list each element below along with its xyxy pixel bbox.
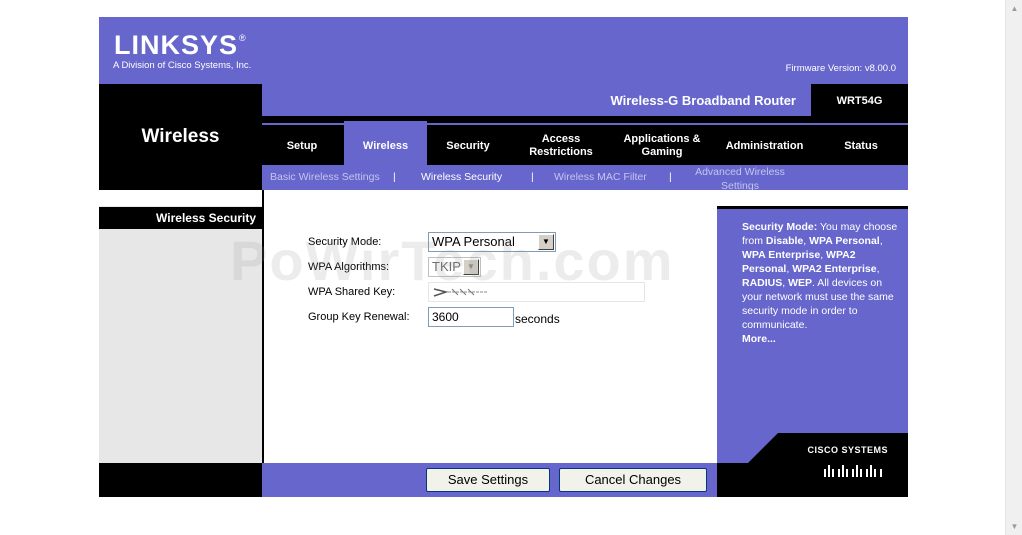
help-option-wpa-personal: WPA Personal [809,235,880,247]
help-option-disable: Disable [765,235,804,247]
section-bar: Wireless Wireless-G Broadband Router WRT… [99,84,908,193]
sub-navigation: Basic Wireless Settings | Wireless Secur… [262,165,908,193]
security-mode-label: Security Mode: [308,236,382,248]
tab-access-restrictions[interactable]: Access Restrictions [517,121,605,165]
shared-key-input[interactable] [428,282,645,302]
cisco-logo: Cisco Systems [807,445,888,455]
wpa-algorithms-select[interactable]: TKIP ▼ [428,257,481,277]
chevron-down-icon: ▼ [538,234,554,250]
help-heading: Security Mode: [742,221,818,233]
security-mode-value: WPA Personal [432,234,515,249]
cisco-bars-box [717,463,908,497]
scroll-down-icon[interactable]: ▼ [1006,518,1022,535]
cancel-changes-button[interactable]: Cancel Changes [559,468,707,492]
help-panel: Security Mode: You may choose from Disab… [717,190,908,463]
help-text: Security Mode: You may choose from Disab… [742,220,902,346]
tab-security[interactable]: Security [427,121,509,165]
model-number: WRT54G [836,95,883,107]
router-admin-page: LINKSYS® A Division of Cisco Systems, In… [99,17,908,497]
save-settings-button[interactable]: Save Settings [426,468,550,492]
bottom-bar: Save Settings Cancel Changes [99,463,908,497]
group-key-renewal-value: 3600 [432,310,459,324]
linksys-logo: LINKSYS® [114,30,246,61]
logo-text: LINKSYS [114,30,239,60]
firmware-version: Firmware Version: v8.00.0 [785,63,896,74]
vertical-scrollbar[interactable]: ▲ ▼ [1005,0,1022,535]
group-key-unit: seconds [515,312,560,326]
logo-tagline: A Division of Cisco Systems, Inc. [113,60,252,71]
subnav-advanced-wireless[interactable]: Advanced Wireless Settings [685,165,795,193]
main-tabs: Setup Wireless Security Access Restricti… [262,121,908,165]
security-mode-row: Security Mode: WPA Personal ▼ [308,232,556,252]
wpa-algorithms-row: WPA Algorithms: TKIP ▼ [308,257,481,277]
button-area: Save Settings Cancel Changes [262,463,717,497]
group-key-label: Group Key Renewal: [308,311,410,323]
subnav-basic-wireless[interactable]: Basic Wireless Settings [270,171,380,183]
page-subtitle: Wireless Security [99,207,262,229]
tab-applications-gaming[interactable]: Applications & Gaming [612,121,712,165]
help-option-wpa-enterprise: WPA Enterprise [742,249,821,261]
cisco-logo-area: Cisco Systems [748,433,908,463]
top-banner: LINKSYS® A Division of Cisco Systems, In… [99,17,908,84]
group-key-renewal-input[interactable]: 3600 [428,307,514,327]
shared-key-label: WPA Shared Key: [308,286,396,298]
tab-administration[interactable]: Administration [717,121,812,165]
chevron-down-icon: ▼ [463,259,479,275]
left-column: Wireless Security [99,190,262,463]
key-scribble-icon [433,288,488,297]
help-option-wpa2-enterprise: WPA2 Enterprise [792,263,877,275]
product-name: Wireless-G Broadband Router [610,93,796,108]
tab-wireless[interactable]: Wireless [344,121,427,165]
cisco-bars-icon [824,465,882,477]
subnav-separator: | [393,171,396,183]
subnav-separator: | [669,171,672,183]
security-mode-select[interactable]: WPA Personal ▼ [428,232,556,252]
wpa-algorithms-value: TKIP [432,259,461,274]
subnav-separator: | [531,171,534,183]
help-option-radius: RADIUS [742,277,783,289]
logo-registered-mark: ® [239,33,247,43]
settings-form: Security Mode: WPA Personal ▼ WPA Algori… [262,190,719,463]
shared-key-row: WPA Shared Key: [308,282,645,302]
wpa-algorithms-label: WPA Algorithms: [308,261,390,273]
section-title: Wireless [141,126,220,147]
help-more-link[interactable]: More... [742,332,902,346]
product-bar: Wireless-G Broadband Router [262,84,811,118]
tab-status[interactable]: Status [822,121,900,165]
tab-setup[interactable]: Setup [262,121,342,165]
scroll-up-icon[interactable]: ▲ [1006,0,1022,17]
help-option-wep: WEP [788,277,813,289]
subnav-wireless-mac-filter[interactable]: Wireless MAC Filter [554,171,647,183]
subnav-wireless-security[interactable]: Wireless Security [421,171,502,183]
